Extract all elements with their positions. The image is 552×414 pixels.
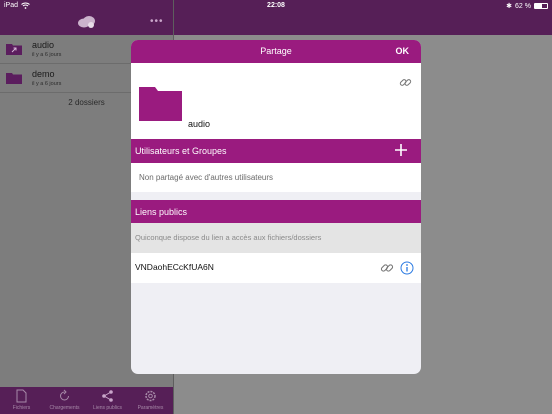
public-links-info-row: Quiconque dispose du lien a accès aux fi…: [131, 223, 421, 253]
status-bar: iPad 22:08 ✱ 62 %: [0, 0, 552, 12]
share-icon: [102, 390, 113, 402]
tab-label: Paramètres: [137, 405, 164, 411]
shared-folder-icon: [6, 44, 22, 55]
ok-button[interactable]: OK: [396, 46, 410, 56]
refresh-icon: [60, 389, 69, 401]
users-empty-row: Non partagé avec d'autres utilisateurs: [131, 164, 421, 192]
public-links-header: Liens publics: [131, 200, 421, 224]
share-dialog: Partage OK audio Utilisateurs et Groupes…: [131, 40, 421, 374]
file-icon: [16, 389, 27, 403]
main-header: [174, 12, 552, 35]
info-icon[interactable]: [400, 261, 414, 275]
shared-item-name: audio: [188, 119, 211, 129]
more-icon[interactable]: •••: [150, 16, 164, 27]
clock: 22:08: [267, 2, 285, 9]
battery-percent: 62 %: [515, 2, 531, 10]
tab-uploads[interactable]: Chargements: [43, 387, 86, 414]
users-groups-header: Utilisateurs et Groupes: [131, 139, 421, 163]
tab-public-links[interactable]: Liens publics: [86, 387, 129, 414]
cloud-account-icon[interactable]: [77, 15, 97, 29]
battery-icon: [534, 3, 548, 9]
public-link-row[interactable]: VNDaohECcKfUA6N: [131, 253, 421, 283]
file-name: audio: [32, 40, 55, 50]
file-date: il y a 6 jours: [32, 81, 62, 87]
tab-files[interactable]: Fichiers: [0, 387, 43, 414]
copy-link-icon[interactable]: [380, 261, 394, 275]
public-links-info-text: Quiconque dispose du lien a accès aux fi…: [135, 233, 322, 242]
folder-icon: [6, 73, 22, 84]
tab-settings[interactable]: Paramètres: [129, 387, 172, 414]
bluetooth-icon: ✱: [506, 3, 513, 10]
file-name: demo: [32, 69, 55, 79]
section-title: Liens publics: [135, 207, 188, 217]
add-share-icon[interactable]: [395, 144, 407, 156]
tab-label: Chargements: [49, 405, 80, 411]
users-empty-text: Non partagé avec d'autres utilisateurs: [139, 173, 274, 182]
section-title: Utilisateurs et Groupes: [135, 146, 227, 156]
tab-label: Fichiers: [12, 405, 31, 411]
link-icon[interactable]: [399, 76, 412, 89]
dialog-title: Partage: [260, 46, 292, 56]
gear-icon: [145, 390, 156, 402]
dialog-header: Partage OK: [131, 40, 421, 63]
tab-label: Liens publics: [93, 405, 122, 411]
tab-bar: Fichiers Chargements Liens publics Param…: [0, 387, 173, 414]
folder-icon: [139, 87, 182, 121]
file-date: il y a 6 jours: [32, 52, 62, 58]
public-link-token: VNDaohECcKfUA6N: [135, 262, 214, 272]
